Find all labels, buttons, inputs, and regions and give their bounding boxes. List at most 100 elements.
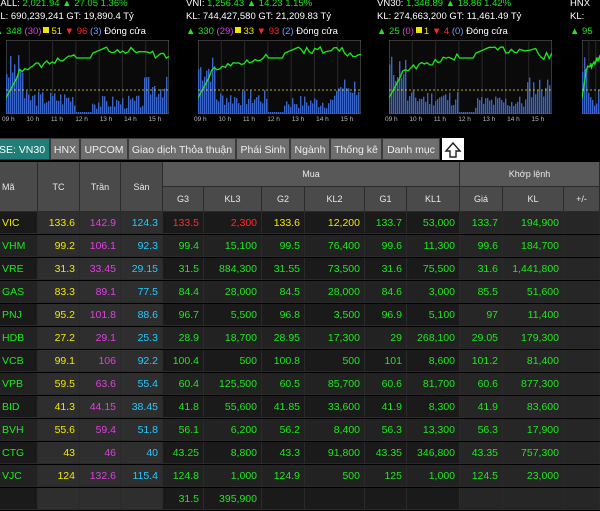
table-row[interactable]: VCB 99.1 106 92.2 100.4 500 100.8 500 101 8,600 10… bbox=[0, 350, 600, 373]
volume-bar bbox=[222, 95, 224, 114]
intraday-chart bbox=[6, 40, 169, 114]
cell-g1: 125 bbox=[365, 465, 407, 487]
volume-bar bbox=[82, 112, 84, 114]
cell-g3: 99.4 bbox=[163, 235, 204, 257]
volume-bar bbox=[439, 97, 441, 114]
table-row[interactable]: 31.5 395,900 bbox=[0, 488, 600, 511]
volume-bar bbox=[46, 102, 48, 114]
volume-bar bbox=[539, 79, 541, 114]
index-title-line: XALL: 2,021.94 ▲ 27.05 1.36% bbox=[0, 0, 128, 9]
cell-gia: 124.5 bbox=[460, 465, 503, 487]
volume-bar bbox=[445, 94, 447, 114]
col-header-gia[interactable]: Giá bbox=[460, 187, 503, 212]
table-row[interactable]: VPB 59.5 63.6 55.4 60.4 125,500 60.5 85,700 60.6… bbox=[0, 373, 600, 396]
volume-bar bbox=[48, 100, 50, 114]
volume-bar bbox=[274, 112, 276, 114]
volume-bar bbox=[248, 98, 250, 114]
tab-danh-muc[interactable]: Danh mục bbox=[382, 138, 440, 160]
cell-change bbox=[564, 350, 600, 372]
volume-bar bbox=[224, 104, 226, 114]
volume-bar bbox=[118, 101, 120, 114]
col-header-change[interactable]: +/- bbox=[564, 187, 600, 212]
hour-label: 12 h bbox=[75, 116, 88, 123]
col-header-kl[interactable]: KL bbox=[503, 187, 564, 212]
tab-hose-vn30[interactable]: SE: VN30 bbox=[0, 138, 50, 160]
volume-bar bbox=[110, 106, 112, 114]
volume-bar bbox=[262, 103, 264, 114]
volume-bar bbox=[212, 57, 214, 114]
tab-thong-ke[interactable]: Thống kê bbox=[330, 138, 382, 160]
tab-thoa-thuan[interactable]: Giao dịch Thỏa thuận bbox=[128, 138, 236, 160]
scroll-top-button[interactable] bbox=[442, 138, 464, 160]
table-row[interactable]: VIC 133.6 142.9 124.3 133.5 2,300 133.6 12,200 1… bbox=[0, 212, 600, 235]
volume-bar bbox=[104, 96, 106, 114]
table-row[interactable]: VHM 99.2 106.1 92.3 99.4 15,100 99.5 76,400 99.6… bbox=[0, 235, 600, 258]
cell-kl3: 884,300 bbox=[204, 258, 262, 280]
cell-code: GAS bbox=[0, 281, 38, 303]
cell-tc: 43 bbox=[38, 442, 80, 464]
col-header-kl3[interactable]: KL3 bbox=[204, 187, 262, 212]
col-header-kl1[interactable]: KL1 bbox=[407, 187, 460, 212]
cell-g3: 100.4 bbox=[163, 350, 204, 372]
cell-g1: 43.35 bbox=[365, 442, 407, 464]
table-row[interactable]: HDB 27.2 29.1 25.3 28.9 18,700 28.95 17,300 29 26… bbox=[0, 327, 600, 350]
table-row[interactable]: CTG 43 46 40 43.25 8,800 43.3 91,800 43.35 346,80… bbox=[0, 442, 600, 465]
col-header-san[interactable]: Sàn bbox=[121, 162, 163, 212]
tab-phai-sinh[interactable]: Phái Sinh bbox=[236, 138, 290, 160]
volume-bar bbox=[467, 112, 469, 114]
table-row[interactable]: GAS 83.3 89.1 77.5 84.4 28,000 84.5 28,000 84.6 3… bbox=[0, 281, 600, 304]
tab-hnx[interactable]: HNX bbox=[50, 138, 80, 160]
col-header-kl2[interactable]: KL2 bbox=[305, 187, 365, 212]
cell-san: 55.4 bbox=[121, 373, 163, 395]
symbol: ▲ bbox=[186, 26, 199, 37]
volume-bar bbox=[320, 105, 322, 114]
cell-kl3: 28,000 bbox=[204, 281, 262, 303]
volume-bar bbox=[391, 56, 393, 114]
col-header-g1[interactable]: G1 bbox=[365, 187, 407, 212]
table-row[interactable]: VRE 31.3 33.45 29.15 31.5 884,300 31.55 73,500 3… bbox=[0, 258, 600, 281]
cell-kl: 184,700 bbox=[503, 235, 564, 257]
cell-gia: 85.5 bbox=[460, 281, 503, 303]
volume-bar bbox=[164, 88, 166, 114]
index-value-traded: GT: 21,209.83 Tỷ bbox=[258, 11, 332, 22]
volume-bar bbox=[429, 104, 431, 114]
col-header-ma[interactable]: Mã bbox=[0, 162, 38, 212]
col-header-g3[interactable]: G3 bbox=[163, 187, 204, 212]
cell-san: 25.3 bbox=[121, 327, 163, 349]
volume-bar bbox=[527, 82, 529, 114]
volume-bar bbox=[501, 100, 503, 114]
table-row[interactable]: PNJ 95.2 101.8 88.6 96.7 5,500 96.8 3,500 96.9 5,… bbox=[0, 304, 600, 327]
col-header-tran[interactable]: Trần bbox=[80, 162, 121, 212]
volume-bar bbox=[54, 93, 56, 114]
col-header-tc[interactable]: TC bbox=[38, 162, 80, 212]
tab-upcom[interactable]: UPCOM bbox=[80, 138, 128, 160]
cell-san: 88.6 bbox=[121, 304, 163, 326]
index-volume: KL: bbox=[570, 11, 585, 22]
cell-kl3: 5,500 bbox=[204, 304, 262, 326]
volume-bar bbox=[44, 103, 46, 114]
col-header-g2[interactable]: G2 bbox=[262, 187, 305, 212]
index-name: XALL: bbox=[0, 0, 20, 9]
hour-label: 10 h bbox=[409, 116, 423, 123]
cell-kl1: 11,300 bbox=[407, 235, 460, 257]
volume-bar bbox=[136, 95, 138, 114]
cell-gia: 29.05 bbox=[460, 327, 503, 349]
cell-g1: 29 bbox=[365, 327, 407, 349]
cell-g1: 41.9 bbox=[365, 396, 407, 418]
cell-g2: 56.2 bbox=[262, 419, 305, 441]
cell-kl3: 6,200 bbox=[204, 419, 262, 441]
volume-bar bbox=[352, 92, 354, 114]
index-percent: 1.36% bbox=[100, 0, 128, 9]
volume-bar bbox=[413, 90, 415, 114]
volume-bar bbox=[114, 106, 116, 114]
cell-g3: 43.25 bbox=[163, 442, 204, 464]
tab-nganh[interactable]: Ngành bbox=[290, 138, 330, 160]
volume-bar bbox=[76, 112, 78, 114]
cell-kl1: 346,800 bbox=[407, 442, 460, 464]
volume-bar bbox=[519, 96, 521, 114]
cell-gia: 97 bbox=[460, 304, 503, 326]
table-row[interactable]: BID 41.3 44.15 38.45 41.8 55,600 41.85 33,600 41… bbox=[0, 396, 600, 419]
table-row[interactable]: VJC 124 132.6 115.4 124.8 1,000 124.9 500 125 1,0… bbox=[0, 465, 600, 488]
table-row[interactable]: BVH 55.6 59.4 51.8 56.1 6,200 56.2 8,400 56.3 13,… bbox=[0, 419, 600, 442]
cell-code: VIC bbox=[0, 212, 38, 234]
